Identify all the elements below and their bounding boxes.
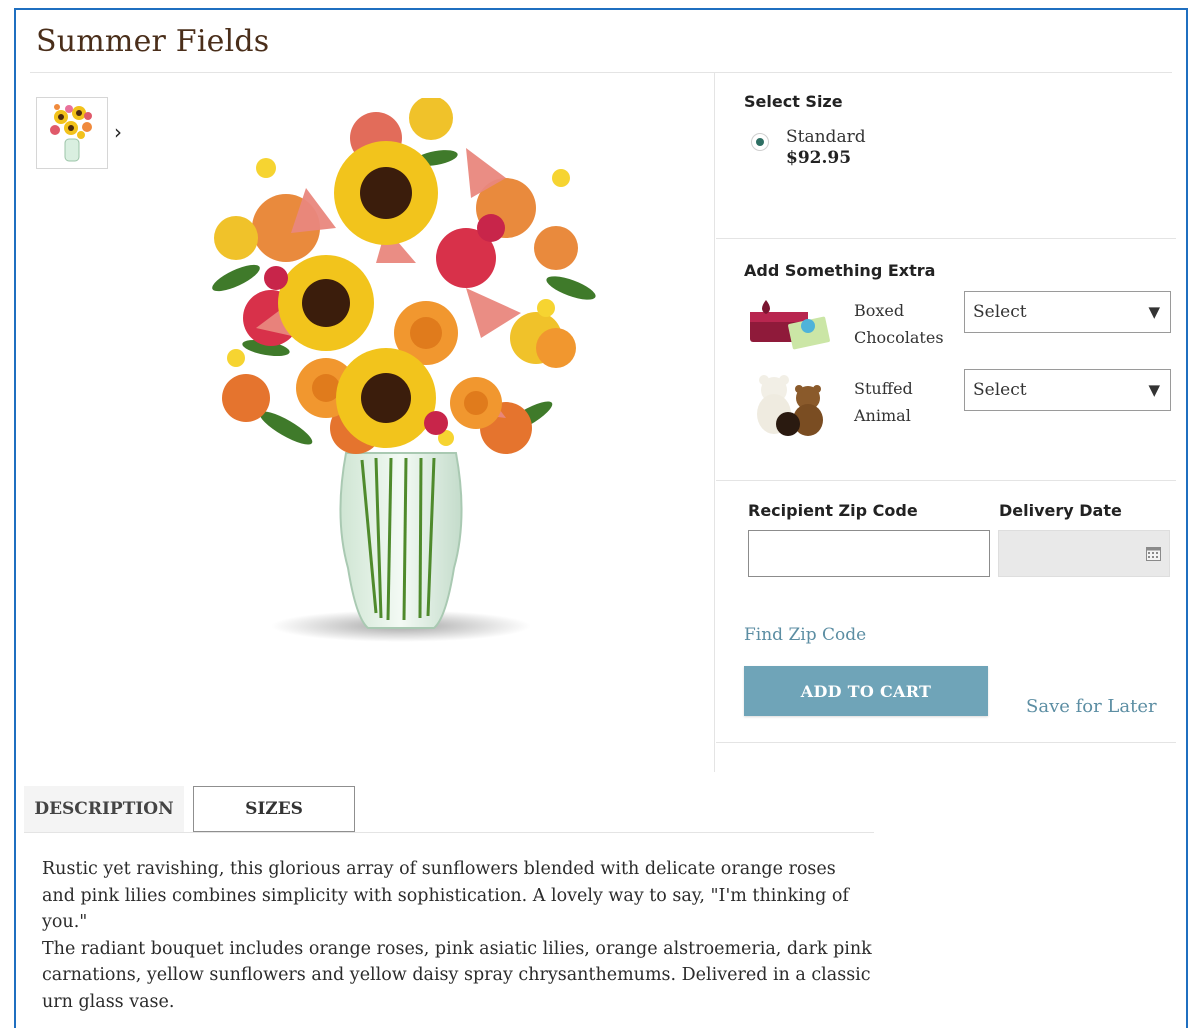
delivery-date-label: Delivery Date [999, 501, 1122, 520]
save-for-later-link[interactable]: Save for Later [1026, 696, 1157, 717]
size-radio-standard[interactable] [751, 133, 769, 151]
thumbnail-bouquet-icon [50, 104, 92, 162]
product-description: Rustic yet ravishing, this glorious arra… [42, 856, 872, 1015]
extra-label-stuffed-animal: Stuffed Animal [854, 375, 954, 429]
product-page: Summer Fields › Select Size Standard $92… [14, 8, 1188, 1028]
extra-label-line: Boxed [854, 301, 905, 320]
triangle-down-icon: ▼ [1148, 303, 1160, 321]
extra-label-line: Animal [854, 406, 911, 425]
stuffed-animal-image [757, 375, 823, 436]
column-divider [714, 72, 715, 772]
delivery-date-input[interactable] [998, 530, 1170, 577]
zip-code-input[interactable] [748, 530, 990, 577]
select-value: Select [973, 380, 1027, 400]
select-value: Select [973, 302, 1027, 322]
product-image [212, 98, 596, 642]
description-paragraph: The radiant bouquet includes orange rose… [42, 938, 872, 1012]
boxed-chocolates-image [750, 300, 830, 350]
add-extra-heading: Add Something Extra [744, 261, 936, 280]
description-paragraph: Rustic yet ravishing, this glorious arra… [42, 859, 849, 932]
calendar-icon[interactable] [1146, 547, 1161, 561]
product-title: Summer Fields [36, 24, 270, 59]
extra-label-chocolates: Boxed Chocolates [854, 297, 954, 351]
divider [716, 742, 1176, 743]
divider [716, 238, 1176, 239]
find-zip-code-link[interactable]: Find Zip Code [744, 625, 866, 645]
select-size-heading: Select Size [744, 92, 843, 111]
extra-label-line: Chocolates [854, 328, 944, 347]
tab-sizes[interactable]: SIZES [193, 786, 355, 832]
extra-label-line: Stuffed [854, 379, 913, 398]
divider [716, 480, 1176, 481]
tab-description[interactable]: DESCRIPTION [24, 786, 184, 832]
size-option-price: $92.95 [786, 148, 852, 168]
title-divider [30, 72, 1172, 73]
chocolates-select[interactable]: Select ▼ [964, 291, 1171, 333]
chevron-right-icon[interactable]: › [114, 120, 122, 144]
add-to-cart-button[interactable]: ADD TO CART [744, 666, 988, 716]
tab-divider [24, 832, 874, 833]
size-option-name: Standard [786, 127, 866, 147]
zip-code-label: Recipient Zip Code [748, 501, 918, 520]
product-thumbnail[interactable] [36, 97, 108, 169]
stuffed-animal-select[interactable]: Select ▼ [964, 369, 1171, 411]
triangle-down-icon: ▼ [1148, 381, 1160, 399]
